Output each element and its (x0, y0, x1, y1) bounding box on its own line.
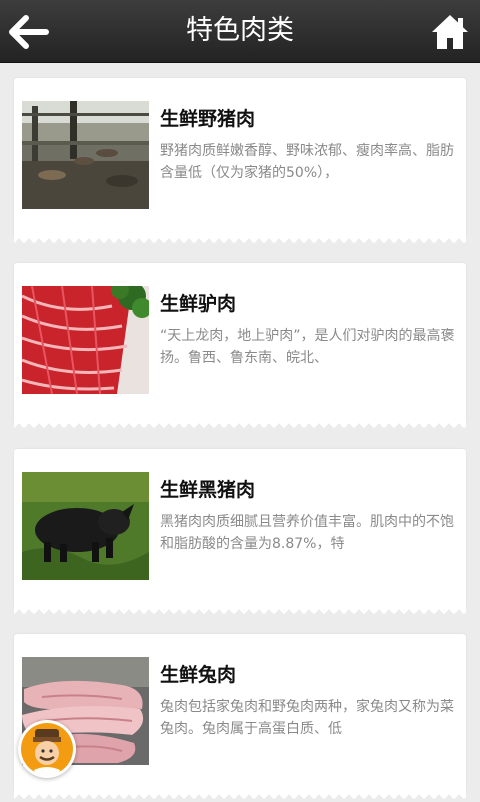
donkey-meat-slices-photo (22, 286, 149, 394)
card-edge (14, 236, 466, 246)
list-item[interactable]: 生鲜黑猪肉 黑猪肉肉质细腻且营养价值丰富。肌肉中的不饱和脂肪酸的含量为8.87%… (14, 449, 466, 617)
list-item[interactable]: 生鲜野猪肉 野猪肉质鲜嫩香醇、野味浓郁、瘦肉率高、脂肪含量低（仅为家猪的50%）… (14, 78, 466, 246)
item-description: 兔肉包括家兔肉和野兔肉两种，家兔肉又称为菜兔肉。兔肉属于高蛋白质、低 (160, 699, 454, 737)
home-icon (432, 15, 468, 49)
item-description: 黑猪肉肉质细腻且营养价值丰富。肌肉中的不饱和脂肪酸的含量为8.87%，特 (160, 514, 454, 552)
black-pig-on-grass-photo (22, 472, 149, 580)
page-title: 特色肉类 (186, 15, 294, 46)
home-button[interactable] (430, 12, 470, 52)
card-edge (14, 792, 466, 802)
item-description: 野猪肉质鲜嫩香醇、野味浓郁、瘦肉率高、脂肪含量低（仅为家猪的50%）， (160, 143, 454, 181)
item-title: 生鲜驴肉 (160, 293, 237, 315)
item-title: 生鲜兔肉 (160, 664, 237, 686)
wild-boar-pen-photo (22, 101, 149, 209)
chef-avatar-icon (21, 723, 73, 776)
item-description: “天上龙肉，地上驴肉”，是人们对驴肉的最高褒扬。鲁西、鲁东南、皖北、 (160, 328, 455, 366)
top-bar: 特色肉类 (0, 0, 480, 63)
list-item[interactable]: 生鲜驴肉 “天上龙肉，地上驴肉”，是人们对驴肉的最高褒扬。鲁西、鲁东南、皖北、 (14, 263, 466, 431)
item-title: 生鲜黑猪肉 (160, 479, 256, 501)
card-edge (14, 607, 466, 617)
item-title: 生鲜野猪肉 (160, 108, 256, 130)
card-edge (14, 421, 466, 431)
floating-chef-button[interactable] (18, 720, 76, 778)
list-item[interactable]: 生鲜兔肉 兔肉包括家兔肉和野兔肉两种，家兔肉又称为菜兔肉。兔肉属于高蛋白质、低 (14, 634, 466, 802)
